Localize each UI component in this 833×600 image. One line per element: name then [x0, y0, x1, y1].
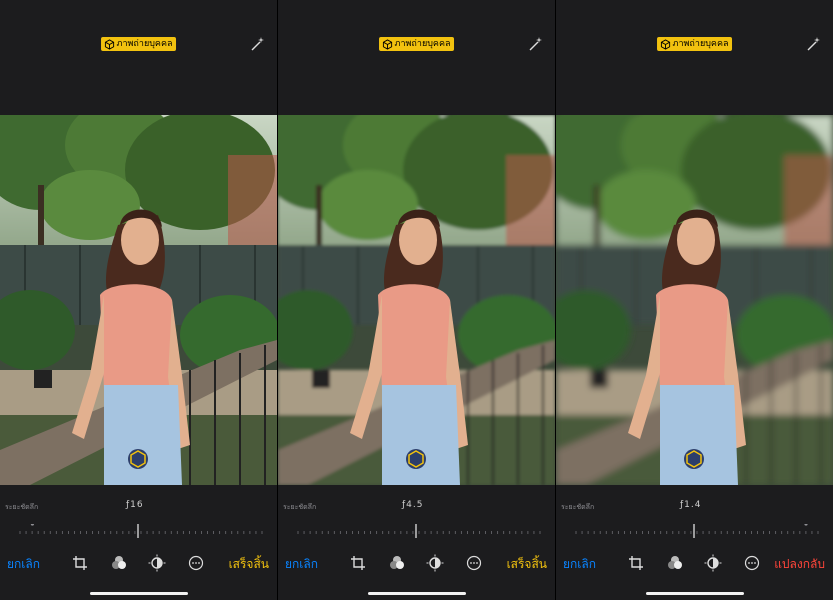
- magic-wand-icon[interactable]: [249, 35, 267, 53]
- adjust-icon[interactable]: [704, 554, 722, 572]
- home-indicator: [367, 592, 466, 595]
- portrait-mode-label: ภาพถ่ายบุคคล: [394, 39, 451, 49]
- revert-button[interactable]: แปลงกลับ: [774, 555, 825, 574]
- filters-icon[interactable]: [388, 554, 406, 572]
- home-indicator: [89, 592, 188, 595]
- portrait-mode-badge[interactable]: ภาพถ่ายบุคคล: [656, 37, 733, 51]
- edit-toolbar: ยกเลิก เสร็จสิ้น: [0, 552, 277, 574]
- aperture-value: ƒ16: [126, 500, 144, 510]
- magic-wand-icon[interactable]: [527, 35, 545, 53]
- more-icon[interactable]: [743, 554, 761, 572]
- edit-toolbar: ยกเลิก เสร็จสิ้น: [278, 552, 555, 574]
- crop-icon[interactable]: [71, 554, 89, 572]
- slider-default-dot: [804, 524, 808, 526]
- crop-icon[interactable]: [627, 554, 645, 572]
- portrait-mode-label: ภาพถ่ายบุคคล: [672, 39, 729, 49]
- done-button[interactable]: เสร็จสิ้น: [229, 555, 269, 574]
- portrait-mode-badge[interactable]: ภาพถ่ายบุคคล: [378, 37, 455, 51]
- editor-panel-f45: ภาพถ่ายบุคคล ระยะชัดลึก ƒ4.5 ยกเลิก เสร็…: [278, 0, 555, 600]
- photo-illustration: [0, 115, 277, 485]
- depth-control-label: ระยะชัดลึก: [561, 503, 595, 511]
- filters-icon[interactable]: [666, 554, 684, 572]
- more-icon[interactable]: [187, 554, 205, 572]
- aperture-value: ƒ4.5: [402, 500, 424, 510]
- cube-icon: [382, 38, 392, 50]
- depth-control-label: ระยะชัดลึก: [283, 503, 317, 511]
- cancel-button[interactable]: ยกเลิก: [563, 555, 596, 574]
- magic-wand-icon[interactable]: [805, 35, 823, 53]
- portrait-mode-badge[interactable]: ภาพถ่ายบุคคล: [100, 37, 177, 51]
- cube-icon: [660, 38, 670, 50]
- portrait-mode-label: ภาพถ่ายบุคคล: [116, 39, 173, 49]
- depth-control-label: ระยะชัดลึก: [5, 503, 39, 511]
- cancel-button[interactable]: ยกเลิก: [285, 555, 318, 574]
- cancel-button[interactable]: ยกเลิก: [7, 555, 40, 574]
- edit-toolbar: ยกเลิก แปลงกลับ: [556, 552, 833, 574]
- adjust-icon[interactable]: [426, 554, 444, 572]
- photo-illustration: [278, 115, 555, 485]
- filters-icon[interactable]: [110, 554, 128, 572]
- home-indicator: [645, 592, 744, 595]
- depth-slider[interactable]: [0, 524, 277, 540]
- portrait-photo: [278, 115, 555, 485]
- editor-panel-f14: ภาพถ่ายบุคคล ระยะชัดลึก ƒ1.4 ยกเลิก แปลง…: [556, 0, 833, 600]
- cube-icon: [104, 38, 114, 50]
- depth-slider[interactable]: [278, 524, 555, 540]
- photo-illustration: [556, 115, 833, 485]
- adjust-icon[interactable]: [148, 554, 166, 572]
- done-button[interactable]: เสร็จสิ้น: [507, 555, 547, 574]
- crop-icon[interactable]: [349, 554, 367, 572]
- portrait-photo: [0, 115, 277, 485]
- slider-default-dot: [30, 524, 34, 526]
- editor-panel-f16: ภาพถ่ายบุคคล ระยะชัดลึก ƒ16 ยกเลิก เสร็จ…: [0, 0, 277, 600]
- depth-slider[interactable]: [556, 524, 833, 540]
- more-icon[interactable]: [465, 554, 483, 572]
- portrait-photo: [556, 115, 833, 485]
- aperture-value: ƒ1.4: [680, 500, 702, 510]
